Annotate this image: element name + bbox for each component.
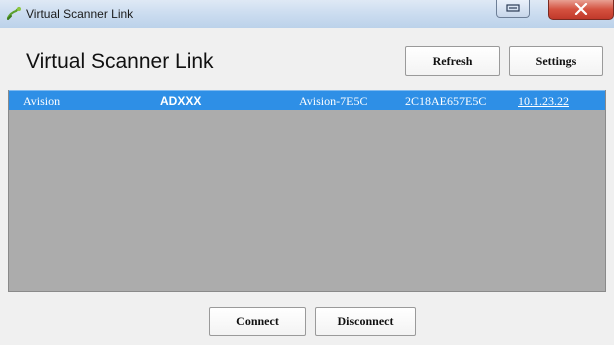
settings-button[interactable]: Settings	[509, 46, 603, 76]
restore-button[interactable]	[496, 0, 530, 18]
page-title: Virtual Scanner Link	[26, 50, 214, 73]
device-list[interactable]: Avision ADXXX Avision-7E5C 2C18AE657E5C …	[8, 90, 606, 292]
window-title: Virtual Scanner Link	[26, 7, 134, 21]
connect-button[interactable]: Connect	[209, 307, 306, 336]
device-model: ADXXX	[160, 94, 202, 108]
app-link-icon	[6, 6, 22, 22]
disconnect-button[interactable]: Disconnect	[315, 307, 416, 336]
title-bar[interactable]: Virtual Scanner Link	[0, 0, 614, 28]
device-name: Avision-7E5C	[299, 94, 368, 108]
device-row[interactable]: Avision ADXXX Avision-7E5C 2C18AE657E5C …	[9, 90, 605, 110]
device-mac: 2C18AE657E5C	[405, 94, 487, 108]
app-window: Virtual Scanner Link Virtual Scanner Lin…	[0, 0, 614, 345]
close-button[interactable]	[548, 0, 614, 20]
device-ip-link[interactable]: 10.1.23.22	[518, 93, 569, 109]
device-vendor: Avision	[23, 94, 61, 108]
refresh-button[interactable]: Refresh	[405, 46, 500, 76]
